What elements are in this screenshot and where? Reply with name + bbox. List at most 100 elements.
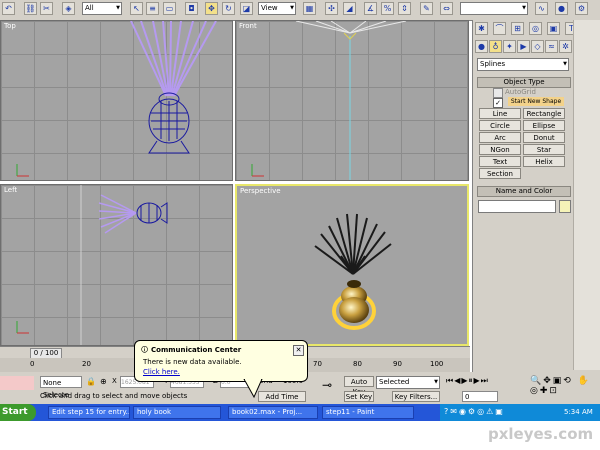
- select-move-icon[interactable]: ✥: [205, 2, 218, 15]
- hierarchy-tab-icon[interactable]: ⊞: [511, 22, 524, 35]
- viewport-left[interactable]: Left: [0, 184, 233, 346]
- star-button[interactable]: Star: [523, 144, 565, 155]
- percent-snap-icon[interactable]: %: [381, 2, 394, 15]
- current-frame-field[interactable]: 0: [462, 391, 498, 402]
- viewport-navigation-controls[interactable]: 🔍✥▣⟲ ✋◎✚⊡: [530, 376, 600, 402]
- select-scale-icon[interactable]: ◪: [240, 2, 253, 15]
- angle-snap-icon[interactable]: ∡: [364, 2, 377, 15]
- set-key-button[interactable]: Set Key: [344, 391, 374, 402]
- reference-coordinate-dropdown[interactable]: View: [258, 2, 296, 15]
- command-panel: ✱ ⌒ ⊞ ◎ ▣ T ● ♁ ✦ ▶ ◇ ≈ ✲ Splines Object…: [472, 20, 600, 372]
- select-manipulate-icon[interactable]: ✣: [325, 2, 338, 15]
- pivot-center-icon[interactable]: ▦: [303, 2, 316, 15]
- taskbar-item-book02[interactable]: book02.max - Proj...: [228, 406, 318, 419]
- shapes-icon[interactable]: ♁: [489, 40, 502, 53]
- autogrid-label: AutoGrid: [505, 88, 536, 96]
- window-crossing-icon[interactable]: ◘: [185, 2, 198, 15]
- viewport-front[interactable]: Front: [235, 20, 469, 181]
- absolute-mode-icon[interactable]: ⊕: [100, 377, 107, 386]
- selection-filter-dropdown[interactable]: All: [82, 2, 122, 15]
- key-mode-dropdown[interactable]: Selected: [376, 376, 440, 389]
- close-icon[interactable]: ✕: [293, 345, 304, 356]
- tray-icons[interactable]: ?✉◉⚙◎⚠▣: [444, 407, 505, 416]
- named-selection-icon[interactable]: ✎: [420, 2, 433, 15]
- select-rotate-icon[interactable]: ↻: [222, 2, 235, 15]
- object-color-swatch[interactable]: [559, 200, 571, 213]
- modify-tab-icon[interactable]: ⌒: [493, 22, 506, 35]
- balloon-body: There is new data available.: [143, 358, 242, 366]
- viewport-top[interactable]: Top: [0, 20, 233, 181]
- lock-icon[interactable]: 🔒: [86, 377, 96, 386]
- balloon-title: Communication Center: [151, 346, 242, 354]
- helpers-icon[interactable]: ◇: [531, 40, 544, 53]
- taskbar-item-edit-step[interactable]: Edit step 15 for entry...: [48, 406, 130, 419]
- helix-button[interactable]: Helix: [523, 156, 565, 167]
- tick-70: 70: [313, 360, 322, 368]
- watermark: pxleyes.com: [488, 425, 594, 443]
- vase-front-view: [251, 21, 407, 180]
- tick-90: 90: [393, 360, 402, 368]
- shape-category-dropdown[interactable]: Splines: [477, 58, 569, 71]
- render-icon[interactable]: ⚙: [575, 2, 588, 15]
- tick-100: 100: [430, 360, 444, 368]
- main-toolbar: ↶ ⛓ ✂ ◈ All ↖ ≡ ▭ ◘ ✥ ↻ ◪ View ▦ ✣ ◢ ∡ %…: [0, 0, 600, 21]
- systems-icon[interactable]: ✲: [559, 40, 572, 53]
- named-selection-sets-dropdown[interactable]: [460, 2, 528, 15]
- space-warps-icon[interactable]: ≈: [545, 40, 558, 53]
- section-button[interactable]: Section: [479, 168, 521, 179]
- prompt-line: Click and drag to select and move object…: [40, 392, 188, 400]
- tick-20: 20: [82, 360, 91, 368]
- object-name-input[interactable]: [478, 200, 556, 213]
- create-tab-icon[interactable]: ✱: [475, 22, 488, 35]
- select-by-name-icon[interactable]: ≡: [146, 2, 159, 15]
- panel-scroll-area[interactable]: [573, 20, 600, 370]
- taskbar-item-holy-book[interactable]: holy book: [133, 406, 221, 419]
- object-type-rollout[interactable]: Object Type: [477, 77, 571, 88]
- vase-left-wireframe: [16, 185, 168, 345]
- spinner-snap-icon[interactable]: ⇕: [398, 2, 411, 15]
- auto-key-button[interactable]: Auto Key: [344, 376, 374, 396]
- mirror-icon[interactable]: ⇔: [440, 2, 453, 15]
- snaps-toggle-icon[interactable]: ◢: [343, 2, 356, 15]
- key-mode-icon[interactable]: ⊸: [322, 378, 332, 392]
- donut-button[interactable]: Donut: [523, 132, 565, 143]
- communication-center-balloon: 🛈 Communication Center ✕ There is new da…: [134, 340, 308, 382]
- key-filters-button[interactable]: Key Filters...: [392, 391, 440, 402]
- ngon-button[interactable]: NGon: [479, 144, 521, 155]
- circle-button[interactable]: Circle: [479, 120, 521, 131]
- x-label: X: [112, 377, 117, 385]
- display-tab-icon[interactable]: ▣: [547, 22, 560, 35]
- arc-button[interactable]: Arc: [479, 132, 521, 143]
- ellipse-button[interactable]: Ellipse: [523, 120, 565, 131]
- viewport-perspective[interactable]: Perspective: [235, 184, 469, 346]
- info-icon: 🛈: [141, 346, 149, 354]
- vase-top-wireframe: [16, 21, 217, 177]
- material-editor-icon[interactable]: ●: [555, 2, 568, 15]
- playback-controls[interactable]: ⏮◀▶⏸▶⏭: [446, 376, 518, 388]
- start-new-shape-button[interactable]: Start New Shape: [508, 97, 564, 106]
- unlink-icon[interactable]: ✂: [40, 2, 53, 15]
- line-button[interactable]: Line: [479, 108, 521, 119]
- vase-perspective-render: [314, 213, 392, 330]
- geometry-icon[interactable]: ●: [475, 40, 488, 53]
- autogrid-checkbox[interactable]: [493, 88, 503, 98]
- select-link-icon[interactable]: ⛓: [24, 2, 37, 15]
- bind-space-warp-icon[interactable]: ◈: [62, 2, 75, 15]
- rectangle-button[interactable]: Rectangle: [523, 108, 565, 119]
- system-tray: ?✉◉⚙◎⚠▣ 5:34 AM: [440, 404, 600, 421]
- undo-icon[interactable]: ↶: [2, 2, 15, 15]
- select-object-icon[interactable]: ↖: [130, 2, 143, 15]
- taskbar-item-paint[interactable]: step11 - Paint: [322, 406, 414, 419]
- motion-tab-icon[interactable]: ◎: [529, 22, 542, 35]
- maxscript-listener[interactable]: [0, 376, 34, 390]
- curve-editor-icon[interactable]: ∿: [535, 2, 548, 15]
- rect-selection-icon[interactable]: ▭: [163, 2, 176, 15]
- name-and-color-rollout[interactable]: Name and Color: [477, 186, 571, 197]
- cameras-icon[interactable]: ▶: [517, 40, 530, 53]
- text-button[interactable]: Text: [479, 156, 521, 167]
- lights-icon[interactable]: ✦: [503, 40, 516, 53]
- start-new-shape-checkbox[interactable]: ✓: [493, 98, 503, 108]
- balloon-link[interactable]: Click here.: [143, 368, 180, 376]
- start-button[interactable]: Start: [0, 404, 36, 421]
- windows-taskbar: Start Edit step 15 for entry... holy boo…: [0, 404, 600, 421]
